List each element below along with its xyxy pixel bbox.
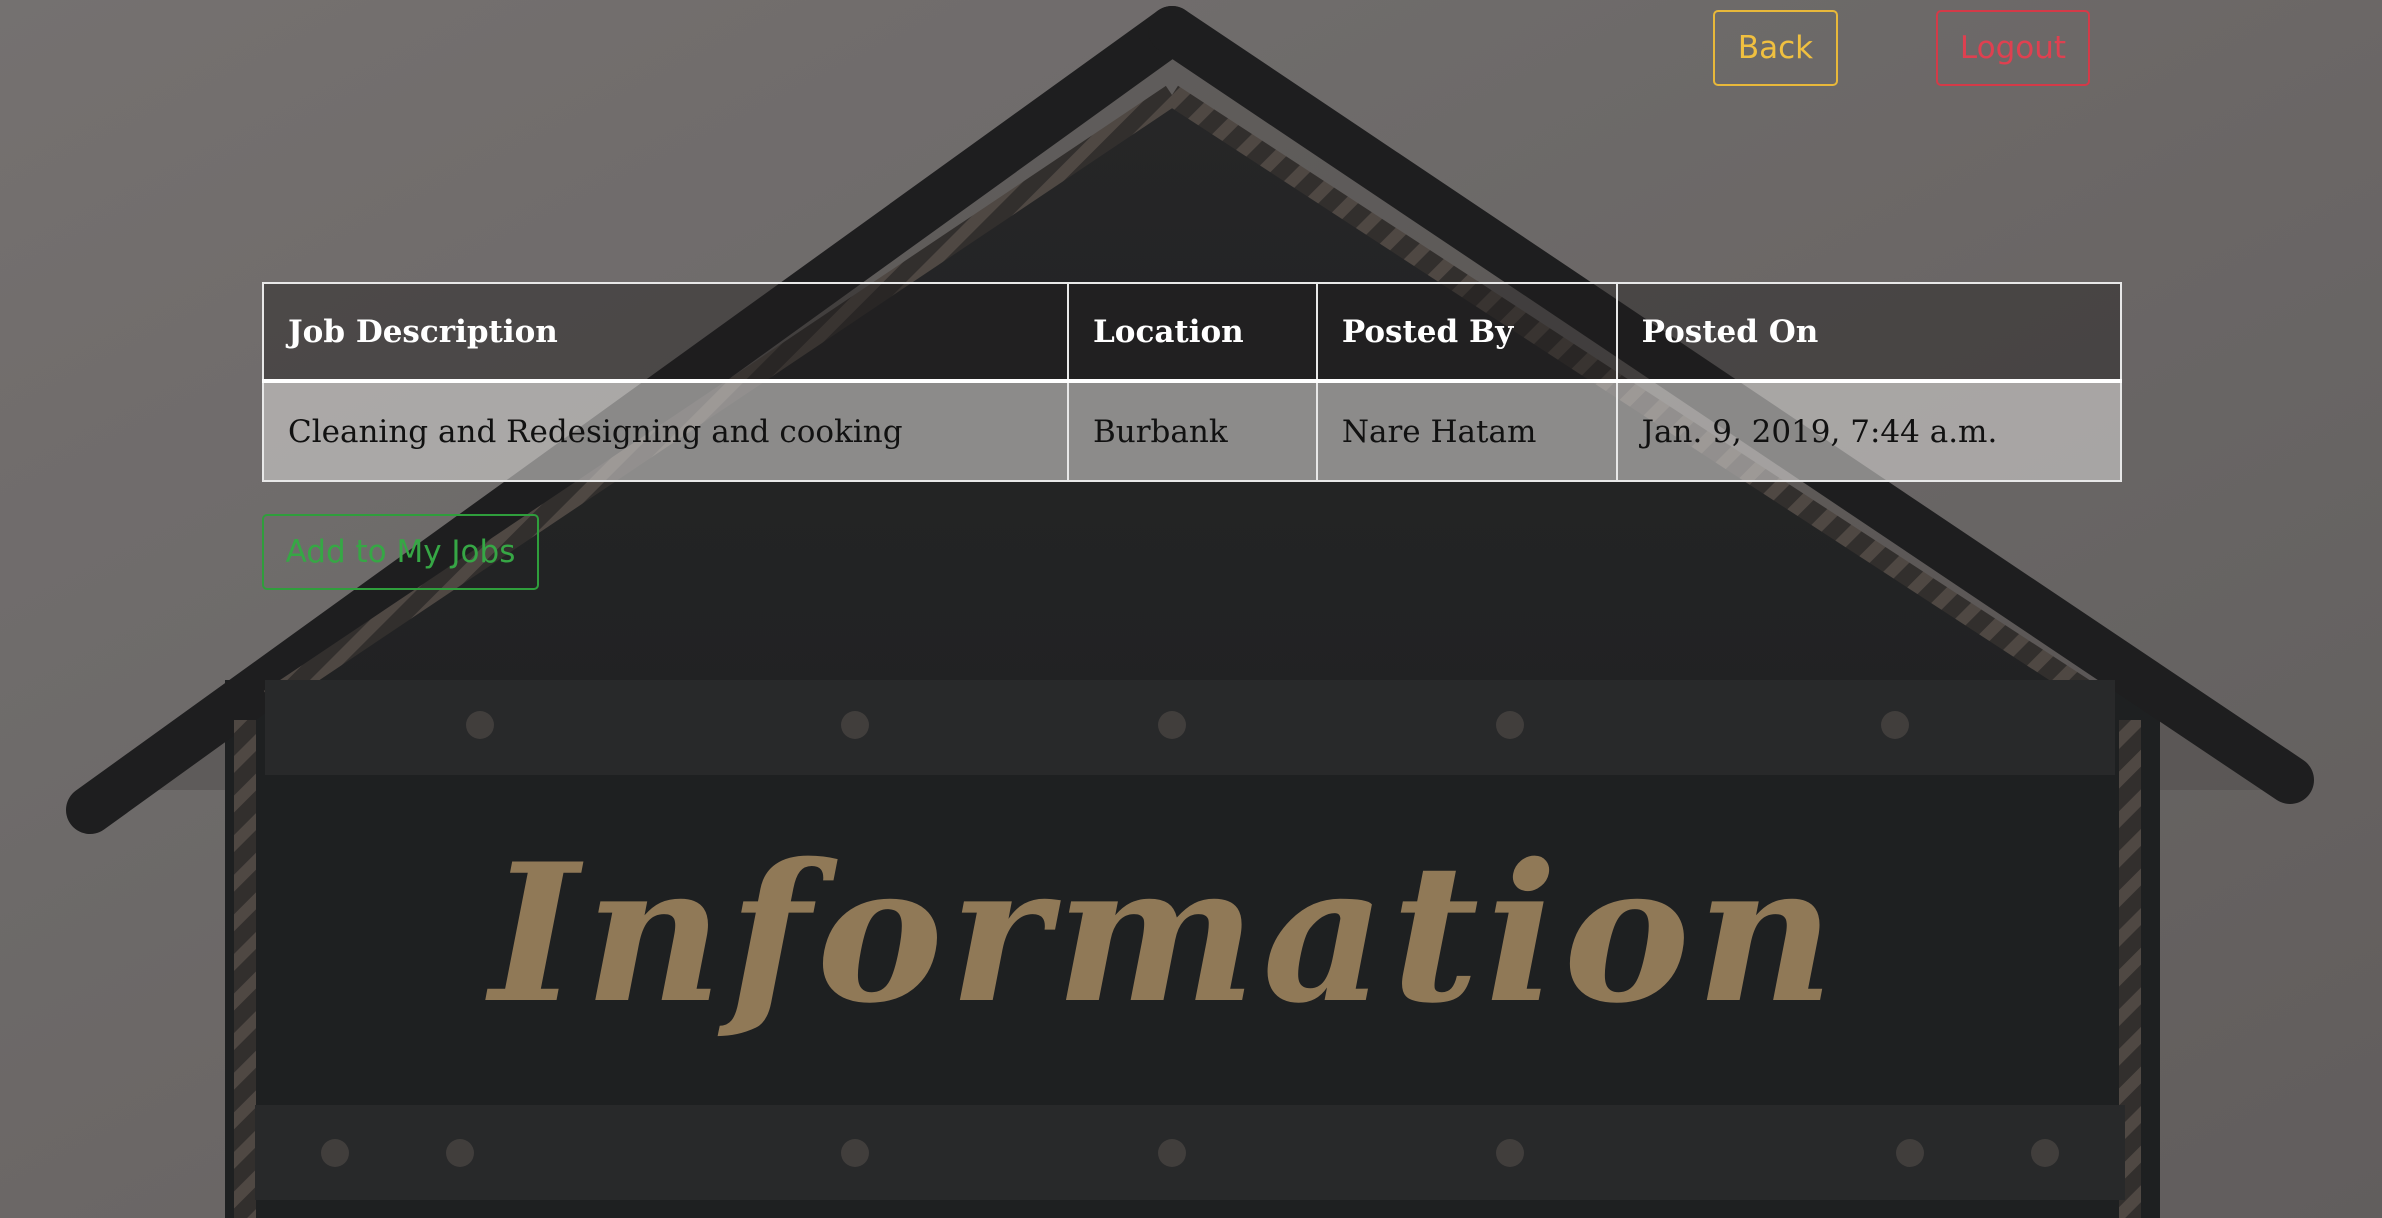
job-details-table: Job Description Location Posted By Poste…: [262, 282, 2123, 482]
cell-posted-on: Jan. 9, 2019, 7:44 a.m.: [1615, 380, 2123, 482]
cell-posted-by: Nare Hatam: [1315, 380, 1618, 482]
header-posted-by: Posted By: [1315, 282, 1618, 382]
cell-job-description: Cleaning and Redesigning and cooking: [262, 380, 1069, 482]
header-location: Location: [1066, 282, 1318, 382]
header-job-description: Job Description: [262, 282, 1069, 382]
header-posted-on: Posted On: [1615, 282, 2123, 382]
table-row: Cleaning and Redesigning and cooking Bur…: [262, 380, 2123, 482]
logout-button[interactable]: Logout: [1936, 10, 2090, 86]
back-button[interactable]: Back: [1713, 10, 1838, 86]
cell-location: Burbank: [1066, 380, 1318, 482]
background-photo: Information: [0, 0, 2382, 1218]
table-header-row: Job Description Location Posted By Poste…: [262, 282, 2123, 382]
add-to-my-jobs-button[interactable]: Add to My Jobs: [262, 514, 539, 590]
